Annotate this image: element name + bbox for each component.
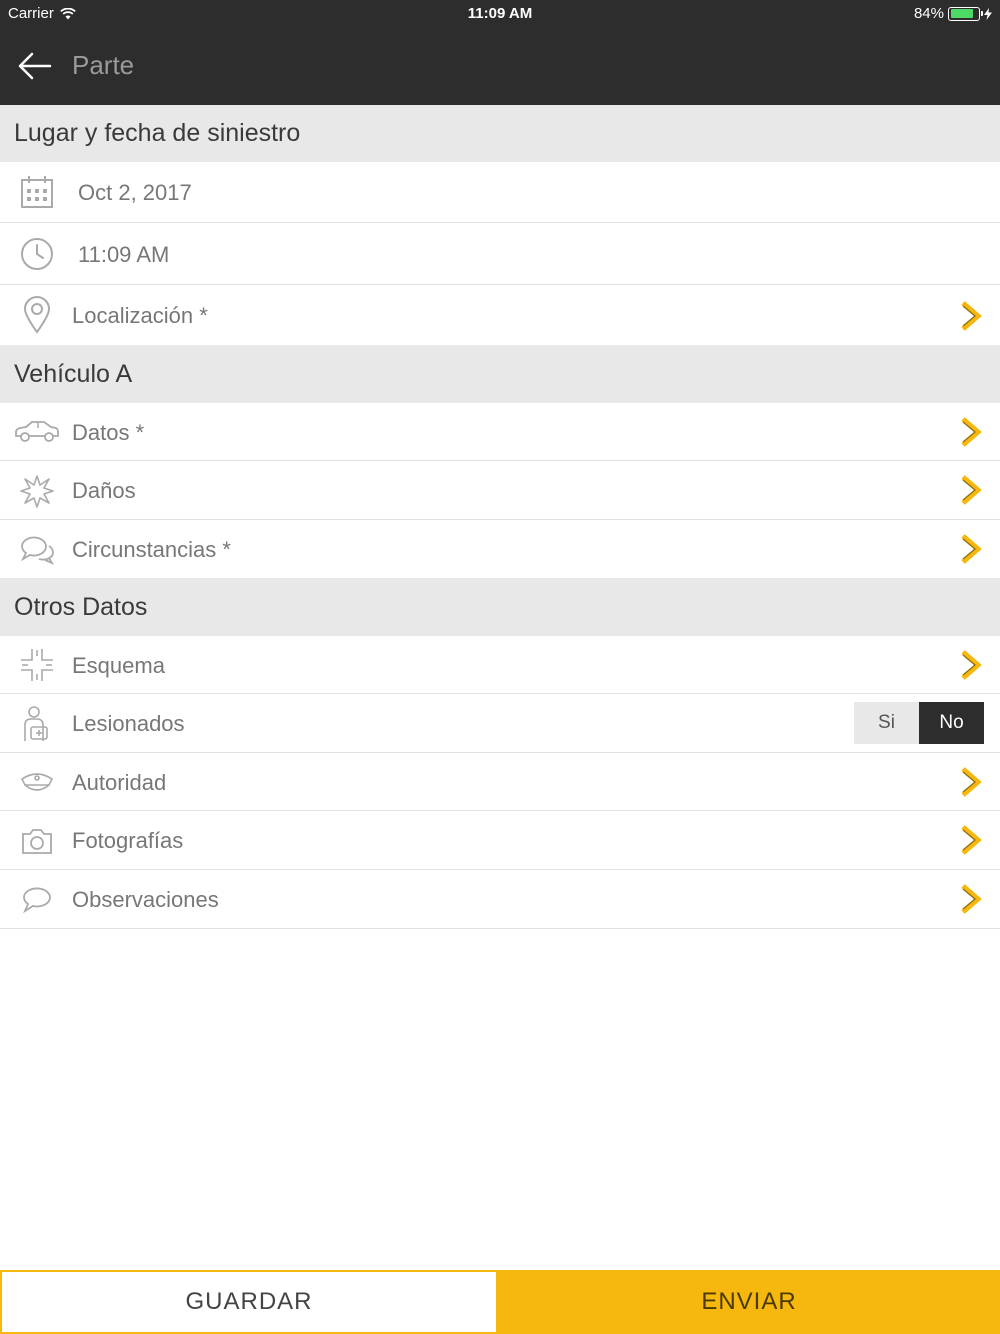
toggle-option-no[interactable]: No (919, 702, 984, 744)
send-button[interactable]: ENVIAR (498, 1270, 1000, 1334)
bottom-action-bar: GUARDAR ENVIAR (0, 1270, 1000, 1334)
navigation-bar: Parte (0, 28, 1000, 105)
sketch-label: Esquema (72, 653, 165, 678)
location-row[interactable]: Localización * (0, 285, 1000, 345)
time-value: 11:09 AM (78, 242, 170, 267)
battery-info: 84% (914, 5, 992, 22)
photos-label: Fotografías (72, 828, 184, 853)
section-title: Otros Datos (14, 593, 148, 621)
time-row[interactable]: 11:09 AM (0, 223, 1000, 285)
chevron-right-icon (961, 417, 982, 447)
page-title: Parte (72, 50, 135, 80)
section-title: Lugar y fecha de siniestro (14, 119, 301, 147)
intersection-sketch-icon (14, 643, 60, 687)
chevron-right-icon (961, 825, 982, 855)
section-title: Vehículo A (14, 360, 133, 388)
photos-row[interactable]: Fotografías (0, 811, 1000, 870)
battery-icon (948, 6, 983, 21)
battery-level (950, 9, 974, 18)
injured-row: Lesionados Si No (0, 694, 1000, 753)
date-row[interactable]: Oct 2, 2017 (0, 162, 1000, 223)
circumstances-row[interactable]: Circunstancias * (0, 520, 1000, 578)
chevron-right-icon (961, 534, 982, 564)
save-button[interactable]: GUARDAR (0, 1270, 498, 1334)
back-arrow-icon (18, 52, 52, 80)
location-pin-icon (14, 293, 60, 337)
back-button[interactable] (12, 46, 56, 86)
damage-row[interactable]: Daños (0, 461, 1000, 520)
circumstances-label: Circunstancias * (72, 537, 231, 562)
section-header-otros: Otros Datos (0, 578, 1000, 636)
camera-icon (14, 819, 60, 863)
speech-bubble-icon (14, 878, 60, 922)
injured-toggle: Si No (854, 702, 984, 744)
date-value: Oct 2, 2017 (78, 180, 192, 205)
chat-bubbles-icon (14, 527, 60, 571)
section-header-lugar: Lugar y fecha de siniestro (0, 105, 1000, 162)
authority-row[interactable]: Autoridad (0, 753, 1000, 811)
status-time: 11:09 AM (467, 5, 533, 22)
injured-label: Lesionados (72, 711, 185, 736)
authority-label: Autoridad (72, 770, 167, 795)
police-cap-icon (14, 760, 60, 804)
chevron-right-icon (961, 301, 982, 331)
section-header-vehiculo: Vehículo A (0, 345, 1000, 403)
chevron-right-icon (961, 767, 982, 797)
damage-burst-icon (14, 469, 60, 513)
observations-row[interactable]: Observaciones (0, 870, 1000, 929)
location-label: Localización * (72, 303, 208, 328)
sketch-row[interactable]: Esquema (0, 636, 1000, 694)
observations-label: Observaciones (72, 887, 219, 912)
calendar-icon (14, 170, 60, 214)
damage-label: Daños (72, 478, 136, 503)
chevron-right-icon (961, 650, 982, 680)
chevron-right-icon (961, 884, 982, 914)
battery-percent: 84% (913, 5, 944, 22)
car-icon (14, 410, 60, 454)
charging-bolt-icon (984, 7, 992, 20)
vehicle-data-label: Datos * (72, 420, 145, 445)
injured-person-icon (14, 702, 60, 746)
status-bar: Carrier 11:09 AM 84% (0, 0, 1000, 28)
chevron-right-icon (961, 475, 982, 505)
vehicle-data-row[interactable]: Datos * (0, 403, 1000, 461)
toggle-option-si[interactable]: Si (854, 702, 919, 744)
clock-icon (14, 232, 60, 276)
